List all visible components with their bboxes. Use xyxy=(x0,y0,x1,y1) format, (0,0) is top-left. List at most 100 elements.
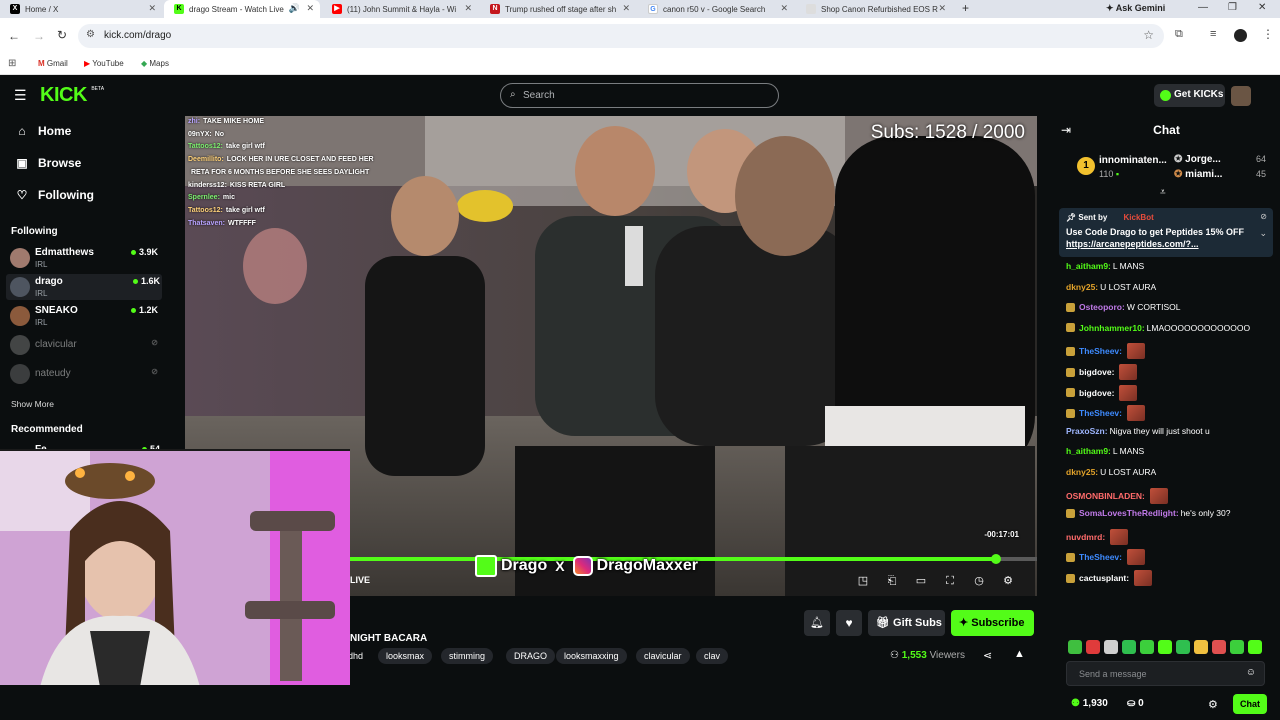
close-window-button[interactable]: ✕ xyxy=(1258,2,1266,13)
speaker-icon[interactable]: 🔊 xyxy=(289,3,300,14)
minimize-button[interactable]: — xyxy=(1198,2,1208,13)
media-icon[interactable]: ≡ xyxy=(1210,28,1216,40)
menu-icon[interactable]: ⋮ xyxy=(1262,27,1274,41)
chat-username[interactable]: bigdove: xyxy=(1079,388,1114,398)
chat-message[interactable]: SomaLovesTheRedlight: he's only 30? xyxy=(1066,508,1230,518)
tab-google-search[interactable]: G canon r50 v - Google Search ✕ xyxy=(638,0,794,18)
chat-message[interactable]: h_aitham9: L MANS xyxy=(1066,261,1144,271)
chat-username[interactable]: bigdove: xyxy=(1079,367,1114,377)
share-icon[interactable]: ⋖ xyxy=(983,649,992,662)
bookmark-gmail[interactable]: M Gmail xyxy=(38,59,68,68)
ask-gemini-button[interactable]: ✦ Ask Gemini xyxy=(1106,3,1165,14)
star-icon[interactable]: ☆ xyxy=(1143,28,1154,42)
chat-username[interactable]: cactusplant: xyxy=(1079,573,1129,583)
chat-message[interactable]: bigdove: xyxy=(1066,364,1138,380)
chat-username[interactable]: TheSheev: xyxy=(1079,408,1122,418)
tab-canon-shop[interactable]: Shop Canon Refurbished EOS R ✕ xyxy=(796,0,952,18)
sidebar-channel-sneako[interactable]: SNEAKO IRL 1.2K xyxy=(10,303,160,329)
tab-x-home[interactable]: X Home / X ✕ xyxy=(0,0,162,18)
chat-message[interactable]: TheSheev: xyxy=(1066,549,1145,566)
back-arrow-icon[interactable]: ← xyxy=(8,29,20,43)
settings-gear-icon[interactable]: ⚙ xyxy=(1002,575,1014,587)
quick-emote-icon[interactable] xyxy=(1068,640,1082,654)
gifter-row-3[interactable]: ✪ miami... 45 xyxy=(1174,169,1274,180)
site-info-icon[interactable]: ⚙ xyxy=(86,29,95,40)
chat-message[interactable]: TheSheev: xyxy=(1066,343,1145,360)
chat-settings-gear-icon[interactable]: ⚙ xyxy=(1208,698,1218,711)
chat-username[interactable]: SomaLovesTheRedlight: xyxy=(1079,508,1179,518)
user-avatar[interactable] xyxy=(1231,86,1251,106)
chat-username[interactable]: dkny25: xyxy=(1066,282,1098,292)
stream-tag[interactable]: stimming xyxy=(441,648,494,664)
chat-message[interactable]: OSMONBINLADEN: xyxy=(1066,487,1168,504)
sidebar-channel-nateudy[interactable]: nateudy ⊘ xyxy=(10,361,160,387)
report-icon[interactable]: ▲ xyxy=(1014,648,1025,660)
chat-message[interactable]: h_aitham9: L MANS xyxy=(1066,446,1144,456)
quick-emote-icon[interactable] xyxy=(1158,640,1172,654)
quick-emote-icon[interactable] xyxy=(1212,640,1226,654)
chat-username[interactable]: h_aitham9: xyxy=(1066,446,1111,456)
seek-handle[interactable] xyxy=(990,554,1001,564)
close-icon[interactable]: ✕ xyxy=(622,3,630,14)
quick-emote-icon[interactable] xyxy=(1140,640,1154,654)
chevron-down-icon[interactable]: ⌄ xyxy=(1259,228,1267,239)
stream-tag[interactable]: looksmax xyxy=(378,648,433,664)
chat-message[interactable]: bigdove: xyxy=(1066,384,1138,401)
follow-button[interactable]: ♥ xyxy=(836,610,862,636)
close-icon[interactable]: ✕ xyxy=(306,3,314,14)
chat-username[interactable]: OSMONBINLADEN: xyxy=(1066,491,1145,501)
close-icon[interactable]: ✕ xyxy=(780,3,788,14)
reload-icon[interactable]: ↻ xyxy=(57,28,67,42)
quick-emote-icon[interactable] xyxy=(1248,640,1262,654)
chat-message[interactable]: Osteoporo: W CORTISOL xyxy=(1066,302,1181,312)
notification-bell-button[interactable]: 🔔︎ xyxy=(804,610,830,636)
top-gifter-name[interactable]: innominaten... xyxy=(1099,155,1167,166)
chat-username[interactable]: Johnhammer10: xyxy=(1079,323,1145,333)
tab-youtube[interactable]: ▶ (11) John Summit & Hayla - Wi ✕ xyxy=(322,0,478,18)
chat-username[interactable]: Osteoporo: xyxy=(1079,302,1125,312)
chat-username[interactable]: TheSheev: xyxy=(1079,552,1122,562)
pinned-message[interactable]: 📌︎ Sent by KickBot ⊘ Use Code Drago to g… xyxy=(1059,208,1273,257)
chat-message[interactable]: Johnhammer10: LMAOOOOOOOOOOOOO xyxy=(1066,323,1250,333)
forward-arrow-icon[interactable]: → xyxy=(33,29,45,43)
quick-emote-icon[interactable] xyxy=(1104,640,1118,654)
hamburger-menu-icon[interactable]: ☰ xyxy=(14,87,27,104)
chat-username[interactable]: TheSheev: xyxy=(1079,346,1122,356)
chat-message[interactable]: PraxoSzn: Nigva they will just shoot u xyxy=(1066,426,1210,436)
theatre-mode-icon[interactable]: ▭ xyxy=(915,575,927,587)
chat-message[interactable]: cactusplant: xyxy=(1066,570,1153,586)
miniplayer-icon[interactable]: ◳ xyxy=(857,575,869,587)
search-input[interactable]: ⌕ Search xyxy=(500,83,779,108)
subscribe-button[interactable]: ✦ Subscribe xyxy=(951,610,1034,636)
quick-emote-icon[interactable] xyxy=(1176,640,1190,654)
gifter-row-2[interactable]: ✪ Jorge... 64 xyxy=(1174,154,1274,165)
new-tab-button[interactable]: + xyxy=(962,1,969,15)
send-chat-button[interactable]: Chat xyxy=(1233,694,1267,714)
sidebar-item-home[interactable]: ⌂ Home xyxy=(14,124,71,138)
maximize-button[interactable]: ❐ xyxy=(1228,2,1237,13)
tab-drago-stream[interactable]: K drago Stream - Watch Live 🔊 ✕ xyxy=(164,0,320,18)
chat-username[interactable]: PraxoSzn: xyxy=(1066,426,1108,436)
quick-emote-icon[interactable] xyxy=(1194,640,1208,654)
quick-emote-icon[interactable] xyxy=(1230,640,1244,654)
gift-subs-button[interactable]: 🎁︎ Gift Subs xyxy=(868,610,945,636)
channel-points[interactable]: ⚉ 1,930 xyxy=(1071,698,1108,709)
fullscreen-icon[interactable]: ⛶ xyxy=(944,575,956,587)
apps-icon[interactable]: ⊞ xyxy=(8,58,16,69)
close-icon[interactable]: ✕ xyxy=(464,3,472,14)
unpin-icon[interactable]: ⊘ xyxy=(1260,212,1267,221)
speed-icon[interactable]: ◷ xyxy=(973,575,985,587)
sidebar-channel-edmatthews[interactable]: Edmatthews IRL 3.9K xyxy=(10,245,160,271)
bookmark-youtube[interactable]: ▶ YouTube xyxy=(84,59,124,68)
sidebar-channel-drago[interactable]: drago IRL 1.6K xyxy=(6,274,162,300)
quick-emote-icon[interactable] xyxy=(1086,640,1100,654)
emoji-icon[interactable]: ☺ xyxy=(1246,667,1256,678)
pinned-link[interactable]: https://arcanepeptides.com/?... xyxy=(1066,239,1199,249)
tab-news[interactable]: N Trump rushed off stage after sh ✕ xyxy=(480,0,636,18)
chat-message-input[interactable]: Send a message ☺ xyxy=(1066,661,1265,686)
bookmark-maps[interactable]: ◆ Maps xyxy=(141,59,169,68)
chat-username[interactable]: nuvdmrd: xyxy=(1066,532,1105,542)
stream-tag[interactable]: DRAGO xyxy=(506,648,556,664)
chat-message[interactable]: nuvdmrd: xyxy=(1066,528,1129,545)
drops-counter[interactable]: ⛀ 0 xyxy=(1127,698,1144,709)
